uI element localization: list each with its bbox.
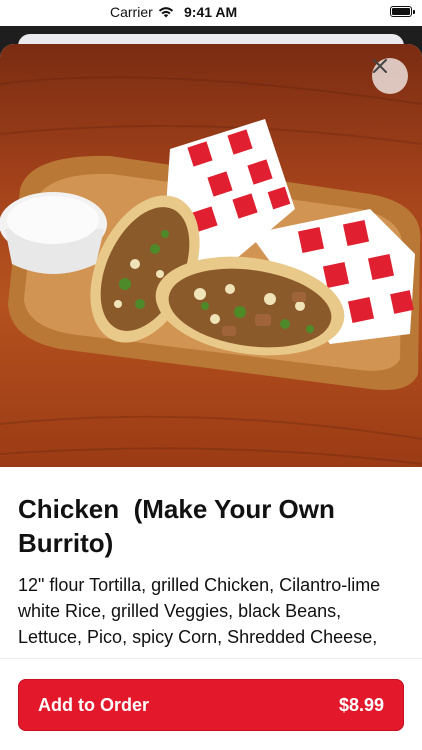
status-bar: Carrier 9:41 AM <box>0 0 422 26</box>
burrito-photo <box>0 44 422 467</box>
bottom-action-bar: Add to Order $8.99 <box>0 658 422 750</box>
battery-icon <box>390 6 412 17</box>
clock: 9:41 AM <box>184 4 238 20</box>
battery-cap <box>413 10 415 14</box>
item-title: Chicken (Make Your Own Burrito) <box>18 494 343 558</box>
add-to-order-label: Add to Order <box>38 694 149 715</box>
price-label: $8.99 <box>338 694 384 715</box>
item-details: Chicken (Make Your Own Burrito) 12" flou… <box>18 492 408 652</box>
item-detail-sheet: Chicken (Make Your Own Burrito) 12" flou… <box>0 44 422 750</box>
carrier-label: Carrier <box>110 4 153 20</box>
item-description: 12" flour Tortilla, grilled Chicken, Cil… <box>18 575 381 647</box>
close-icon <box>373 59 387 73</box>
add-to-order-button[interactable]: Add to Order $8.99 <box>18 679 404 731</box>
wifi-icon <box>158 7 174 18</box>
close-button[interactable] <box>372 58 408 94</box>
